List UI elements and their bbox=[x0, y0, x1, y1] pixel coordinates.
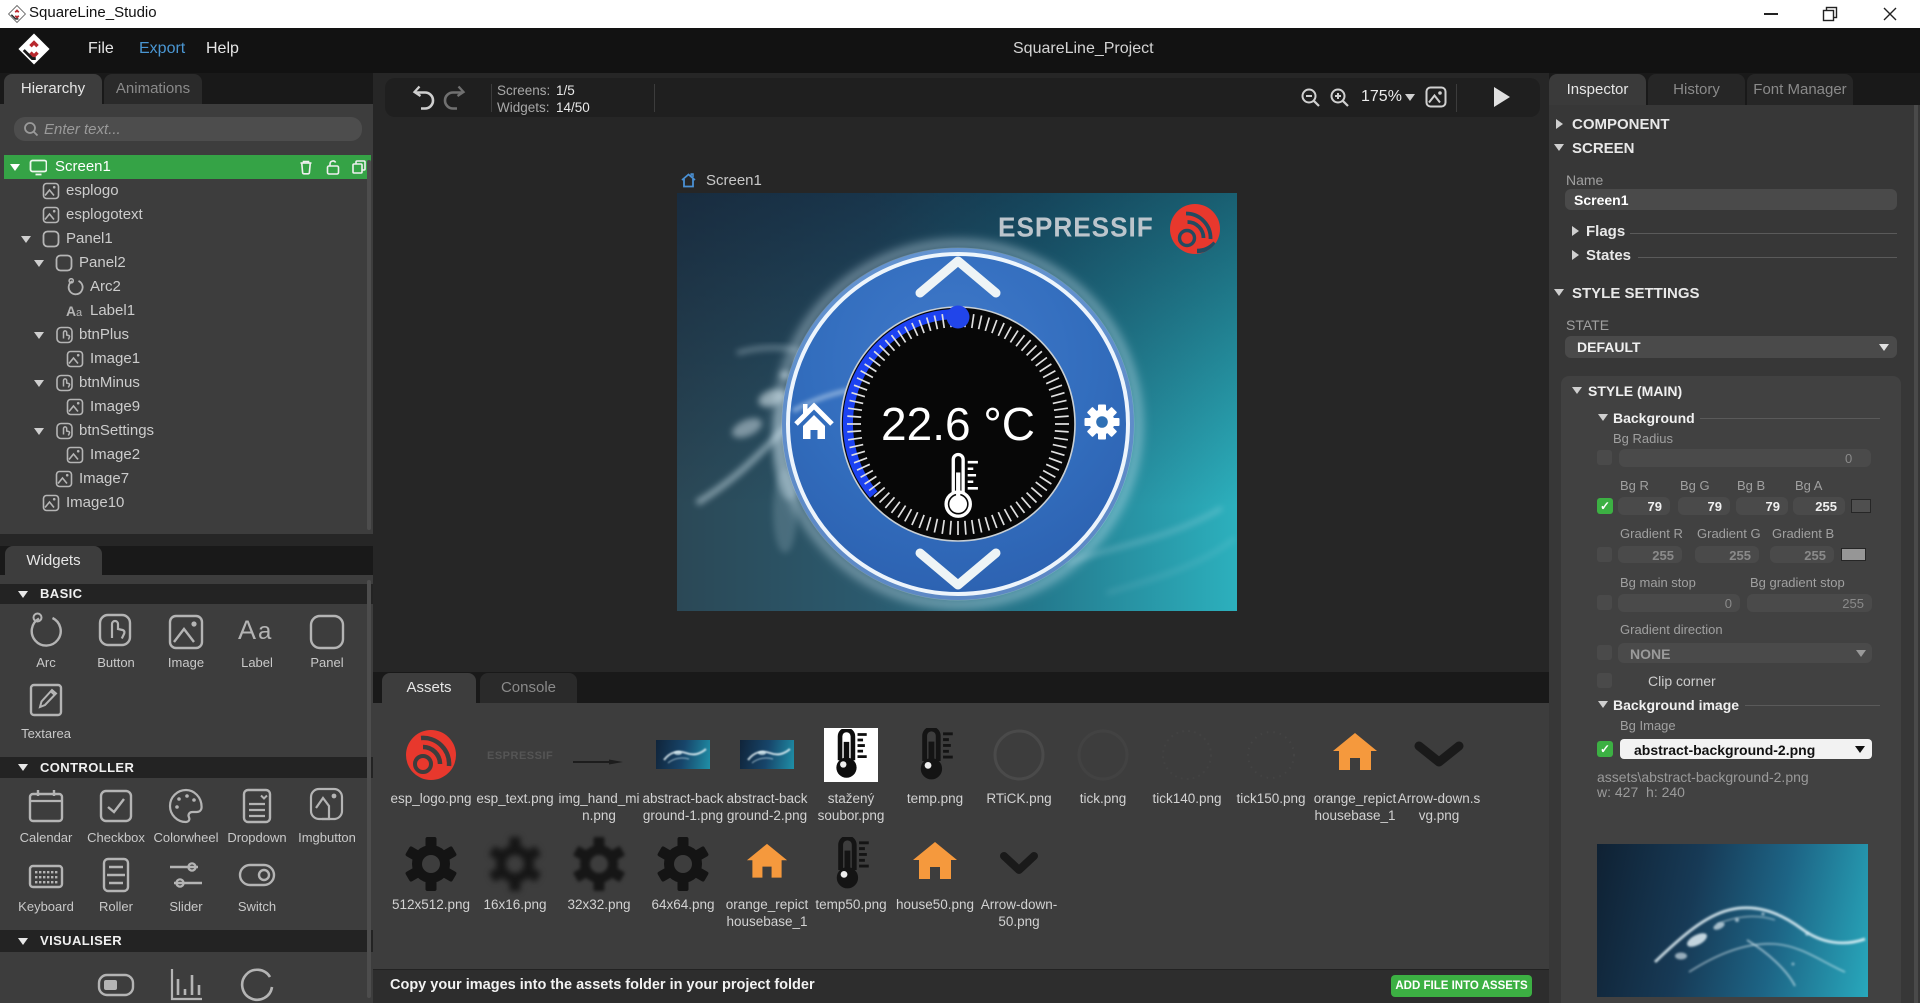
svg-text:a: a bbox=[258, 618, 272, 645]
svg-text:A: A bbox=[238, 615, 256, 645]
svg-text:22.6 °C: 22.6 °C bbox=[881, 398, 1035, 450]
svg-text:a: a bbox=[76, 307, 83, 319]
svg-text:A: A bbox=[66, 303, 76, 319]
